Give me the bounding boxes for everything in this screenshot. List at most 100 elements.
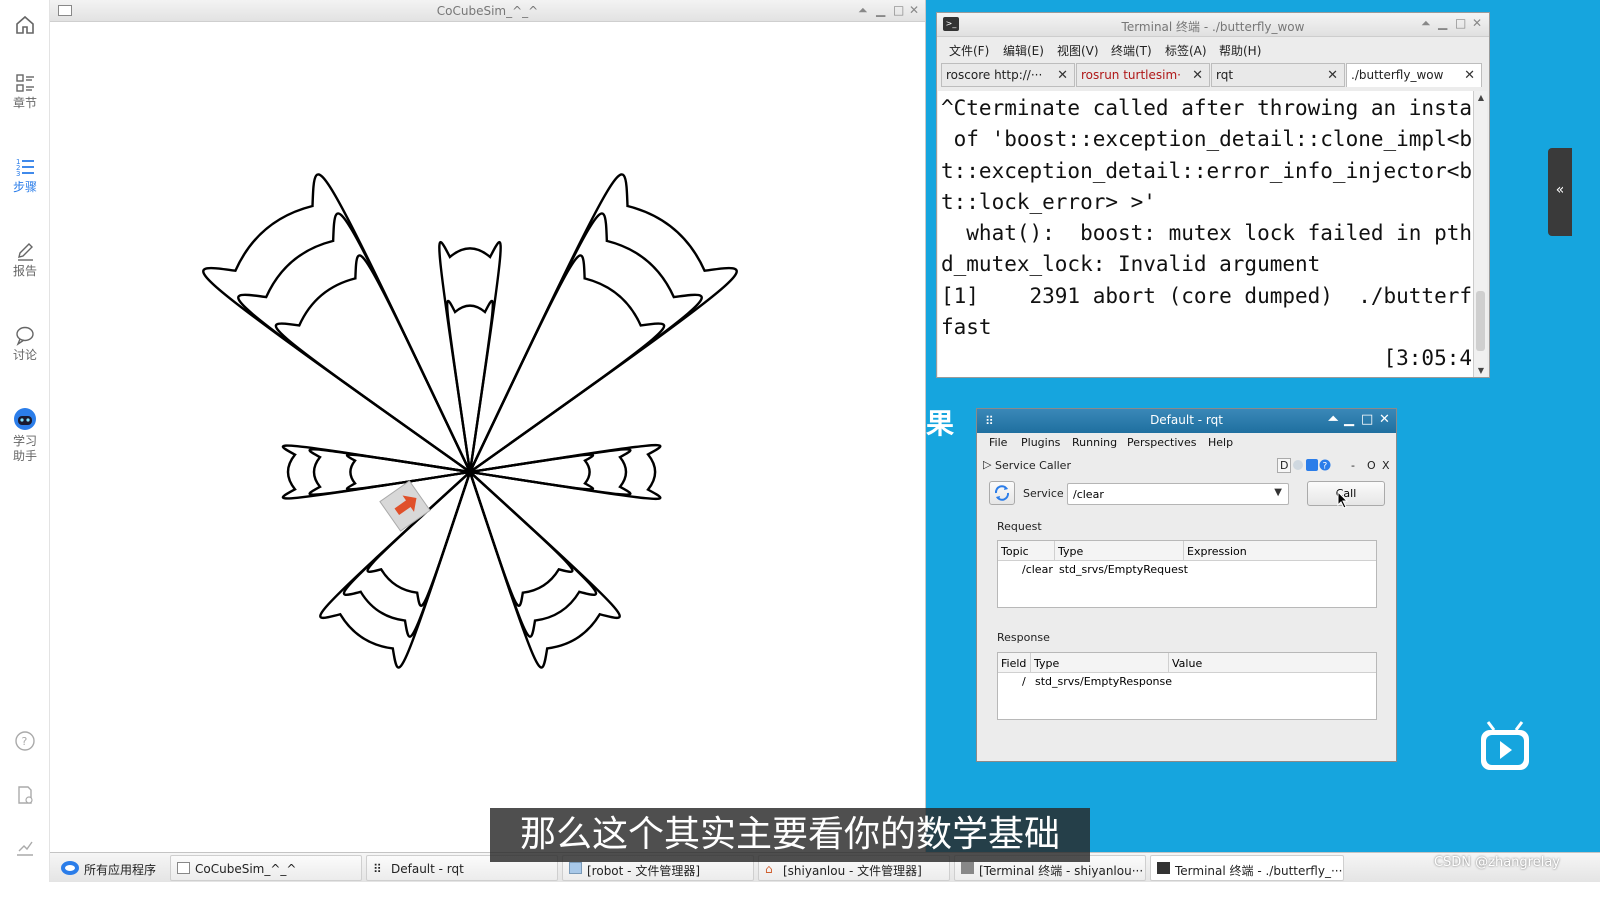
terminal-output[interactable]: ^Cterminate called after throwing an ins… [938,91,1473,377]
butterfly-petal-loop [468,471,598,638]
apps-menu-icon [61,861,79,875]
tab-turtlesim[interactable]: rosrun turtlesim··· ✕ [1076,63,1210,87]
terminal-tabbar: roscore http://··· ✕ rosrun turtlesim···… [941,61,1485,89]
menu-plugins[interactable]: Plugins [1021,436,1060,449]
all-apps-label: 所有应用程序 [84,863,157,877]
menu-edit[interactable]: 编辑(E) [1003,42,1044,59]
close-icon[interactable]: ✕ [1472,16,1482,30]
plugin-close[interactable]: X [1382,459,1390,472]
scrollbar-thumb[interactable] [1476,291,1485,351]
desktop-partial-text: 果 [926,407,955,440]
all-apps-button[interactable]: 所有应用程序 [54,855,156,881]
task-label: [Terminal 终端 - shiyanlou··· [979,864,1144,878]
minimize-icon[interactable]: ▁ [1344,412,1354,427]
lesson-sidebar: 章节 123 步骤 报告 讨论 学习 助手 ? [0,0,50,900]
request-table-header: Topic Type Expression [998,541,1376,561]
plugin-d-button[interactable]: D [1277,458,1292,473]
menu-perspectives[interactable]: Perspectives [1127,436,1196,449]
task-cocubesim[interactable]: CoCubeSim_^_^ [170,855,362,881]
menu-view[interactable]: 视图(V) [1057,42,1099,59]
close-tab-icon[interactable]: ✕ [1464,68,1475,83]
menu-file[interactable]: File [989,436,1007,449]
sidebar-doc-settings[interactable] [0,784,50,808]
robot-turtle [379,480,431,532]
drawing-canvas [202,173,738,669]
butterfly-petal-loop [237,212,472,473]
scroll-up-icon[interactable]: ▲ [1474,93,1488,102]
rqt-window: ⠿ Default - rqt ⏶ ▁ □ ✕ File Plugins Run… [976,408,1397,762]
refresh-button[interactable] [989,481,1015,505]
table-row[interactable]: /clear std_srvs/EmptyRequest [998,561,1376,579]
close-tab-icon[interactable]: ✕ [1327,68,1338,83]
table-row[interactable]: / std_srvs/EmptyResponse [998,673,1376,691]
sidebar-item-report[interactable]: 报告 [0,240,50,279]
task-terminal-butterfly[interactable]: Terminal 终端 - ./butterfly_··· [1150,855,1344,881]
plugin-help-icons[interactable]: ? [1293,458,1331,475]
menu-running[interactable]: Running [1072,436,1117,449]
menu-terminal[interactable]: 终端(T) [1111,42,1152,59]
refresh-icon [994,485,1010,501]
minimize-icon[interactable]: ▁ [1438,16,1447,30]
sidebar-help[interactable]: ? [0,730,50,754]
shade-icon[interactable]: ⏶ [858,3,868,18]
maximize-icon[interactable]: □ [1361,412,1373,427]
video-subtitle: 那么这个其实主要看你的数学基础 [490,808,1090,862]
maximize-icon[interactable]: □ [893,3,904,17]
plugin-float[interactable]: O [1367,459,1376,472]
sidebar-item-home[interactable] [0,14,50,38]
service-select[interactable]: /clear ▼ [1067,483,1289,505]
close-icon[interactable]: ✕ [909,3,919,17]
menu-help[interactable]: Help [1208,436,1233,449]
column-header[interactable]: Topic [1001,545,1029,558]
maximize-icon[interactable]: □ [1455,16,1466,30]
plugin-minimize[interactable]: - [1351,459,1355,472]
scroll-down-icon[interactable]: ▼ [1474,366,1488,375]
menu-help[interactable]: 帮助(H) [1219,42,1261,59]
sidebar-item-chapters[interactable]: 章节 [0,72,50,111]
expand-arrow-icon[interactable]: ▷ [983,458,991,471]
butterfly-petal-loop [438,241,502,473]
terminal-line: ^Cterminate called after throwing an ins… [941,96,1473,120]
butterfly-petal-loop [366,471,472,607]
rqt-titlebar[interactable]: ⠿ Default - rqt ⏶ ▁ □ ✕ [977,409,1396,433]
response-table[interactable]: Field Type Value / std_srvs/EmptyRespons… [997,652,1377,720]
menu-file[interactable]: 文件(F) [949,42,989,59]
rqt-menubar: File Plugins Running Perspectives Help [977,433,1396,453]
terminal-titlebar[interactable]: >_ Terminal 终端 - ./butterfly_wow ⏶ ▁ □ ✕ [937,13,1489,37]
tab-roscore[interactable]: roscore http://··· ✕ [941,63,1075,87]
request-table[interactable]: Topic Type Expression /clear std_srvs/Em… [997,540,1377,608]
cocubesim-titlebar[interactable]: CoCubeSim_^_^ ⏶ ▁ □ ✕ [50,0,925,22]
column-header[interactable]: Value [1172,657,1202,670]
terminal-menubar: 文件(F) 编辑(E) 视图(V) 终端(T) 标签(A) 帮助(H) [937,37,1489,61]
sidebar-item-assistant[interactable]: 学习 助手 [0,406,50,464]
mouse-cursor-icon [1337,491,1349,509]
collapse-panel-tab[interactable]: « [1548,148,1572,236]
butterfly-petal-loop [468,254,666,473]
sidebar-stats[interactable] [0,836,50,860]
terminal-line: [3:05:43] [941,346,1474,371]
sidebar-item-discuss[interactable]: 讨论 [0,324,50,363]
menu-tabs[interactable]: 标签(A) [1165,42,1207,59]
bilibili-player-icon[interactable] [1478,720,1532,774]
column-header[interactable]: Expression [1187,545,1247,558]
tab-butterfly[interactable]: ./butterfly_wow ✕ [1346,63,1482,87]
sidebar-item-steps[interactable]: 123 步骤 [0,156,50,195]
task-label: CoCubeSim_^_^ [195,862,297,876]
column-header[interactable]: Field [1001,657,1026,670]
close-tab-icon[interactable]: ✕ [1057,68,1068,83]
close-tab-icon[interactable]: ✕ [1192,68,1203,83]
butterfly-curve [202,173,738,669]
column-header[interactable]: Type [1058,545,1083,558]
chapters-icon [16,74,34,92]
column-header[interactable]: Type [1034,657,1059,670]
shade-icon[interactable]: ⏶ [1328,412,1338,427]
minimize-icon[interactable]: ▁ [876,3,885,17]
watermark: CSDN @zhangrelay [1433,855,1560,870]
tab-rqt[interactable]: rqt ✕ [1211,63,1345,87]
close-icon[interactable]: ✕ [1379,412,1390,427]
butterfly-petal-loop [468,173,738,473]
chat-icon [16,326,34,346]
shade-icon[interactable]: ⏶ [1421,16,1431,31]
task-label: [robot - 文件管理器] [587,864,700,878]
terminal-scrollbar[interactable]: ▲ ▼ [1473,91,1487,377]
